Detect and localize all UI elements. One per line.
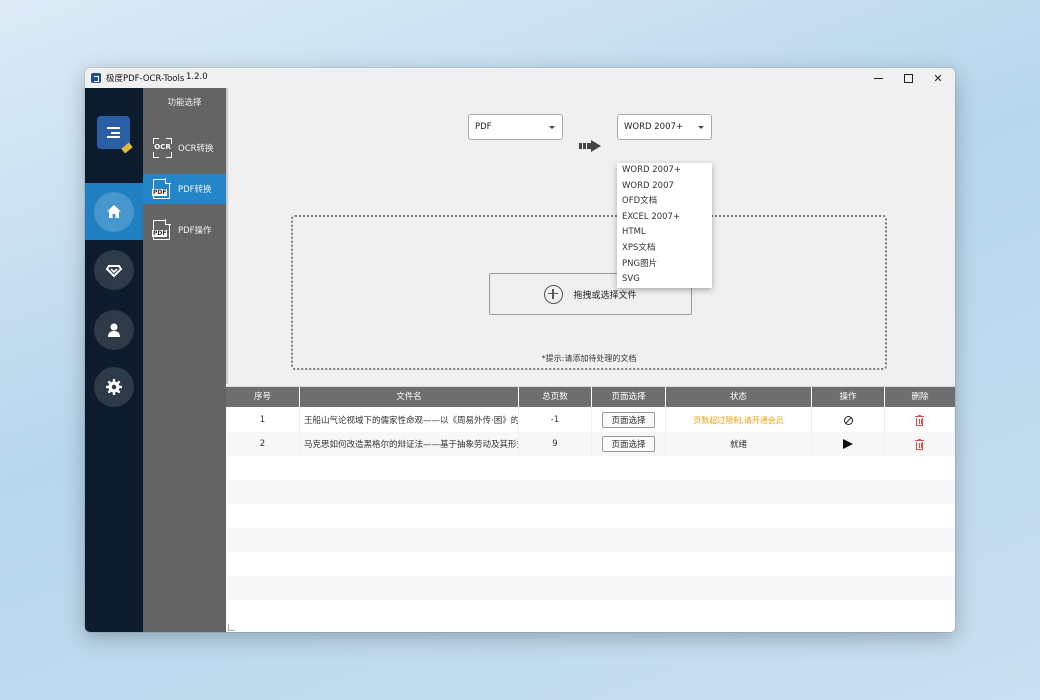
row-index: 2 [226,432,300,456]
table-row[interactable]: 2 马克思如何改造黑格尔的辩证法——基于抽象劳动及其形式 9 页面选择 就绪 [226,432,955,456]
gear-icon [106,379,122,395]
close-button[interactable]: ✕ [923,68,953,88]
diamond-icon [105,265,123,278]
table-row[interactable]: 1 王船山气论视域下的儒家性命观——以《周易外传·困》的 -1 页面选择 页数超… [226,408,955,432]
sidebar-item-label: OCR转换 [178,144,214,154]
ocr-icon: OCR [153,138,172,158]
empty-row [226,504,955,528]
main-panel: PDF WORD 2007+ WORD 2007+ WORD 2007 OFD文… [226,88,955,632]
function-sidebar: 功能选择 OCR OCR转换 PDF PDF转换 PDF PDF操作 [143,88,226,632]
row-filename: 王船山气论视域下的儒家性命观——以《周易外传·困》的 [300,408,519,432]
dropdown-option[interactable]: XPS文档 [617,241,712,257]
row-index: 1 [226,408,300,432]
column-header[interactable]: 删除 [885,387,955,407]
dropdown-option[interactable]: WORD 2007 [617,179,712,195]
app-logo-icon [97,116,133,154]
rail-home-button[interactable] [94,192,134,232]
sidebar-item-label: PDF操作 [178,226,212,236]
row-pages: 9 [519,432,592,456]
convert-arrow-icon [579,140,601,152]
column-header[interactable]: 操作 [812,387,885,407]
sidebar-item-ocr[interactable]: OCR OCR转换 [143,133,226,163]
file-drop-zone[interactable]: 拖拽或选择文件 *提示:请添加待处理的文档 [291,215,887,370]
play-icon[interactable] [843,439,853,449]
chevron-down-icon [549,126,555,129]
window-title: 极度PDF-OCR-Tools [106,74,185,84]
rail-settings-button[interactable] [94,367,134,407]
column-header[interactable]: 页面选择 [592,387,666,407]
dropdown-option[interactable]: OFD文档 [617,194,712,210]
close-icon: ✕ [933,71,943,85]
dropdown-option[interactable]: EXCEL 2007+ [617,210,712,226]
window-version: 1.2.0 [186,72,208,82]
target-format-value: WORD 2007+ [624,122,684,132]
pdf-document-icon: PDF [152,178,172,199]
ban-icon[interactable] [843,415,853,425]
row-status: 就绪 [666,432,812,456]
dropdown-option[interactable]: SVG [617,272,712,288]
minimize-button[interactable] [863,68,893,88]
rail-vip-button[interactable] [94,250,134,290]
column-header[interactable]: 文件名 [300,387,519,407]
source-format-select[interactable]: PDF [468,114,563,140]
file-table: 序号 文件名 总页数 页面选择 状态 操作 删除 1 王船山气论视域下的儒家性命… [226,386,955,632]
target-format-select[interactable]: WORD 2007+ [617,114,712,140]
pdf-document-icon: PDF [152,219,172,240]
rail-user-button[interactable] [94,310,134,350]
sidebar-title: 功能选择 [167,98,202,108]
empty-row [226,528,955,552]
column-header[interactable]: 总页数 [519,387,592,407]
maximize-button[interactable] [893,68,923,88]
sidebar-item-label: PDF转换 [178,185,212,195]
user-icon [108,323,120,337]
maximize-icon [903,73,913,83]
source-format-value: PDF [475,122,492,132]
add-file-label: 拖拽或选择文件 [573,290,637,301]
app-window: 极度PDF-OCR-Tools 1.2.0 ✕ 功能选择 OCR OCR转换 P… [85,68,955,632]
sidebar-item-pdf-convert[interactable]: PDF PDF转换 [143,174,226,204]
add-circle-icon [544,284,564,304]
row-status: 页数超过限制,请开通会员 [666,408,812,432]
table-header: 序号 文件名 总页数 页面选择 状态 操作 删除 [226,387,955,407]
trash-icon[interactable] [915,414,924,426]
target-format-dropdown: WORD 2007+ WORD 2007 OFD文档 EXCEL 2007+ H… [617,163,712,288]
resize-grip-icon[interactable] [228,624,235,631]
sidebar-item-pdf-operate[interactable]: PDF PDF操作 [143,215,226,245]
empty-row [226,600,955,624]
trash-icon[interactable] [915,438,924,450]
dropdown-option[interactable]: HTML [617,225,712,241]
page-select-button[interactable]: 页面选择 [602,436,655,452]
minimize-icon [873,77,883,79]
chevron-down-icon [698,126,704,129]
row-filename: 马克思如何改造黑格尔的辩证法——基于抽象劳动及其形式 [300,432,519,456]
row-pages: -1 [519,408,592,432]
home-icon [107,205,121,218]
empty-row [226,552,955,576]
app-icon [91,73,101,83]
dropzone-hint: *提示:请添加待处理的文档 [541,354,637,363]
nav-rail [85,88,143,632]
column-header[interactable]: 序号 [226,387,300,407]
panel-divider [226,88,228,384]
dropdown-option[interactable]: PNG图片 [617,257,712,273]
empty-row [226,456,955,480]
empty-row [226,576,955,600]
title-bar[interactable]: 极度PDF-OCR-Tools 1.2.0 ✕ [85,68,955,88]
dropdown-option[interactable]: WORD 2007+ [617,163,712,179]
column-header[interactable]: 状态 [666,387,812,407]
empty-row [226,480,955,504]
page-select-button[interactable]: 页面选择 [602,412,655,428]
